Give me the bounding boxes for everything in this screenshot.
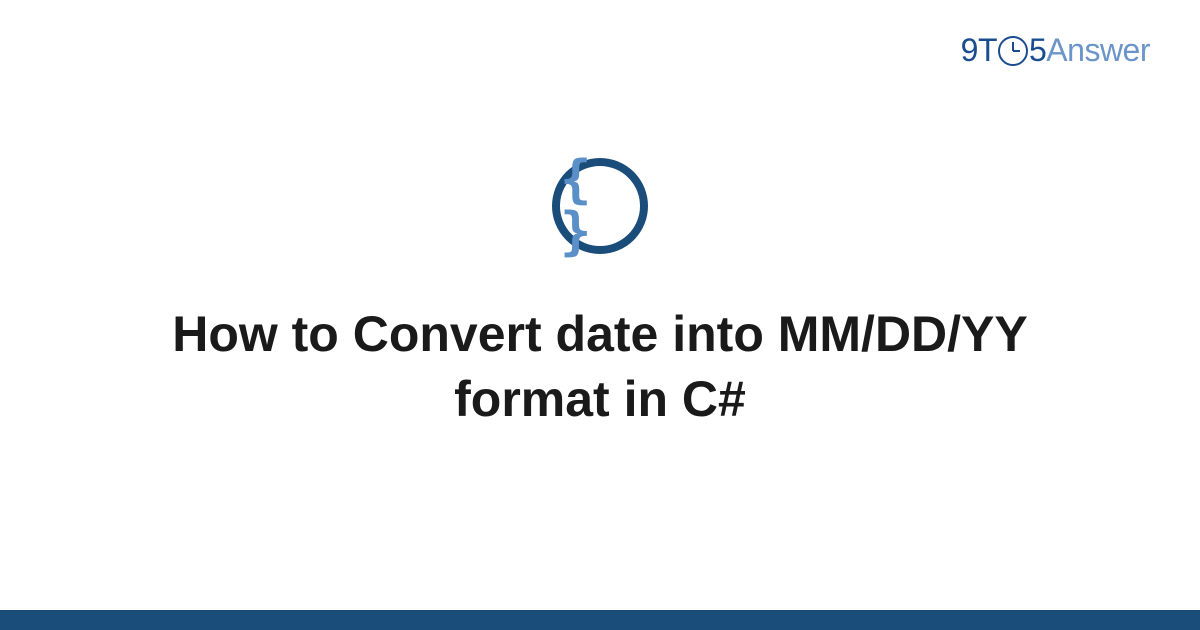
- main-content: { } How to Convert date into MM/DD/YY fo…: [0, 0, 1200, 630]
- code-braces-icon: { }: [560, 154, 640, 258]
- footer-bar: [0, 610, 1200, 630]
- page-title: How to Convert date into MM/DD/YY format…: [150, 302, 1050, 432]
- category-icon-circle: { }: [552, 158, 648, 254]
